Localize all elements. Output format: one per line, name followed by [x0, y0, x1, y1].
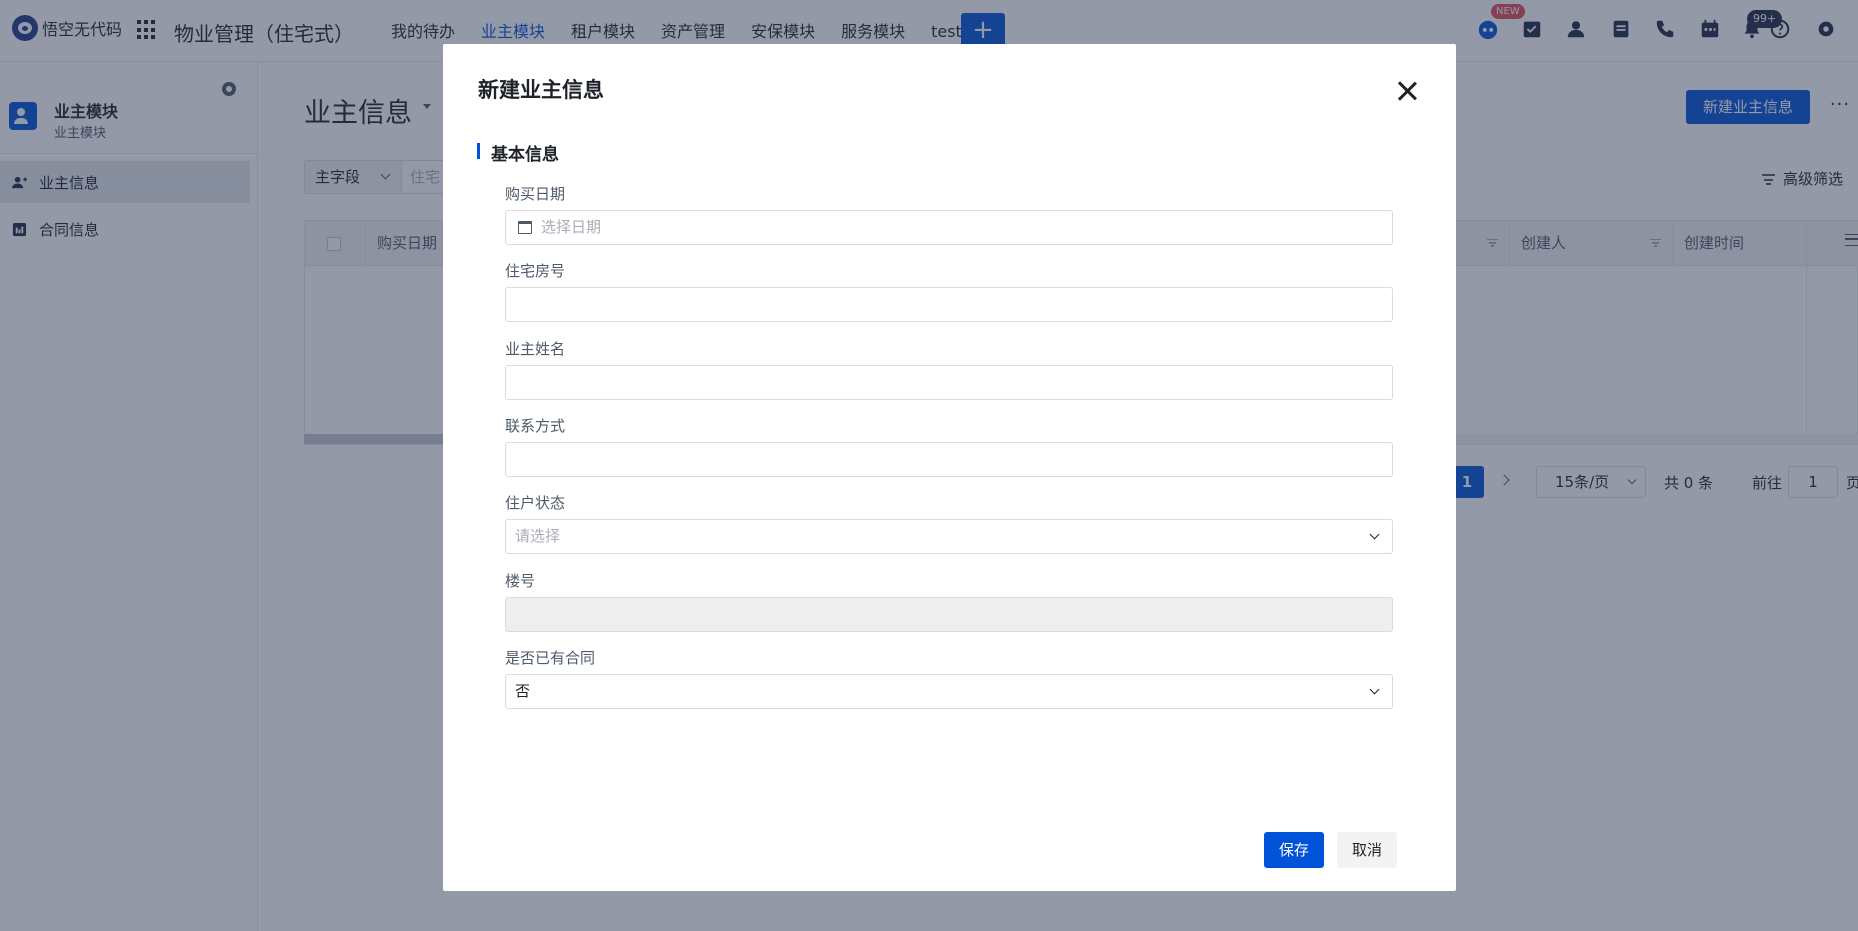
owner-name-label: 业主姓名 — [505, 340, 566, 358]
room-number-label: 住宅房号 — [505, 262, 566, 280]
close-icon[interactable] — [1395, 79, 1419, 103]
purchase-date-picker[interactable]: 选择日期 — [505, 210, 1393, 245]
building-number-label: 楼号 — [505, 572, 536, 590]
new-owner-info-dialog: 新建业主信息 基本信息 购买日期 选择日期 住宅房号 业主姓名 联系方式 住户状… — [443, 44, 1456, 891]
building-number-input — [505, 597, 1393, 632]
resident-status-select[interactable]: 请选择 — [505, 519, 1393, 554]
chevron-down-icon — [1369, 529, 1380, 540]
has-contract-value: 否 — [515, 682, 531, 700]
purchase-date-label: 购买日期 — [505, 185, 566, 203]
contact-label: 联系方式 — [505, 417, 566, 435]
chevron-down-icon — [1369, 684, 1380, 695]
dialog-title: 新建业主信息 — [478, 78, 604, 102]
resident-status-placeholder: 请选择 — [515, 527, 561, 545]
purchase-date-placeholder: 选择日期 — [541, 218, 602, 236]
section-accent-bar — [477, 143, 480, 159]
resident-status-label: 住户状态 — [505, 494, 566, 512]
has-contract-label: 是否已有合同 — [505, 649, 596, 667]
calendar-icon — [518, 221, 532, 234]
contact-input[interactable] — [505, 442, 1393, 477]
has-contract-select[interactable]: 否 — [505, 674, 1393, 709]
owner-name-input[interactable] — [505, 365, 1393, 400]
room-number-input[interactable] — [505, 287, 1393, 322]
section-title: 基本信息 — [491, 145, 559, 165]
save-button[interactable]: 保存 — [1264, 832, 1324, 868]
cancel-button[interactable]: 取消 — [1337, 832, 1397, 868]
